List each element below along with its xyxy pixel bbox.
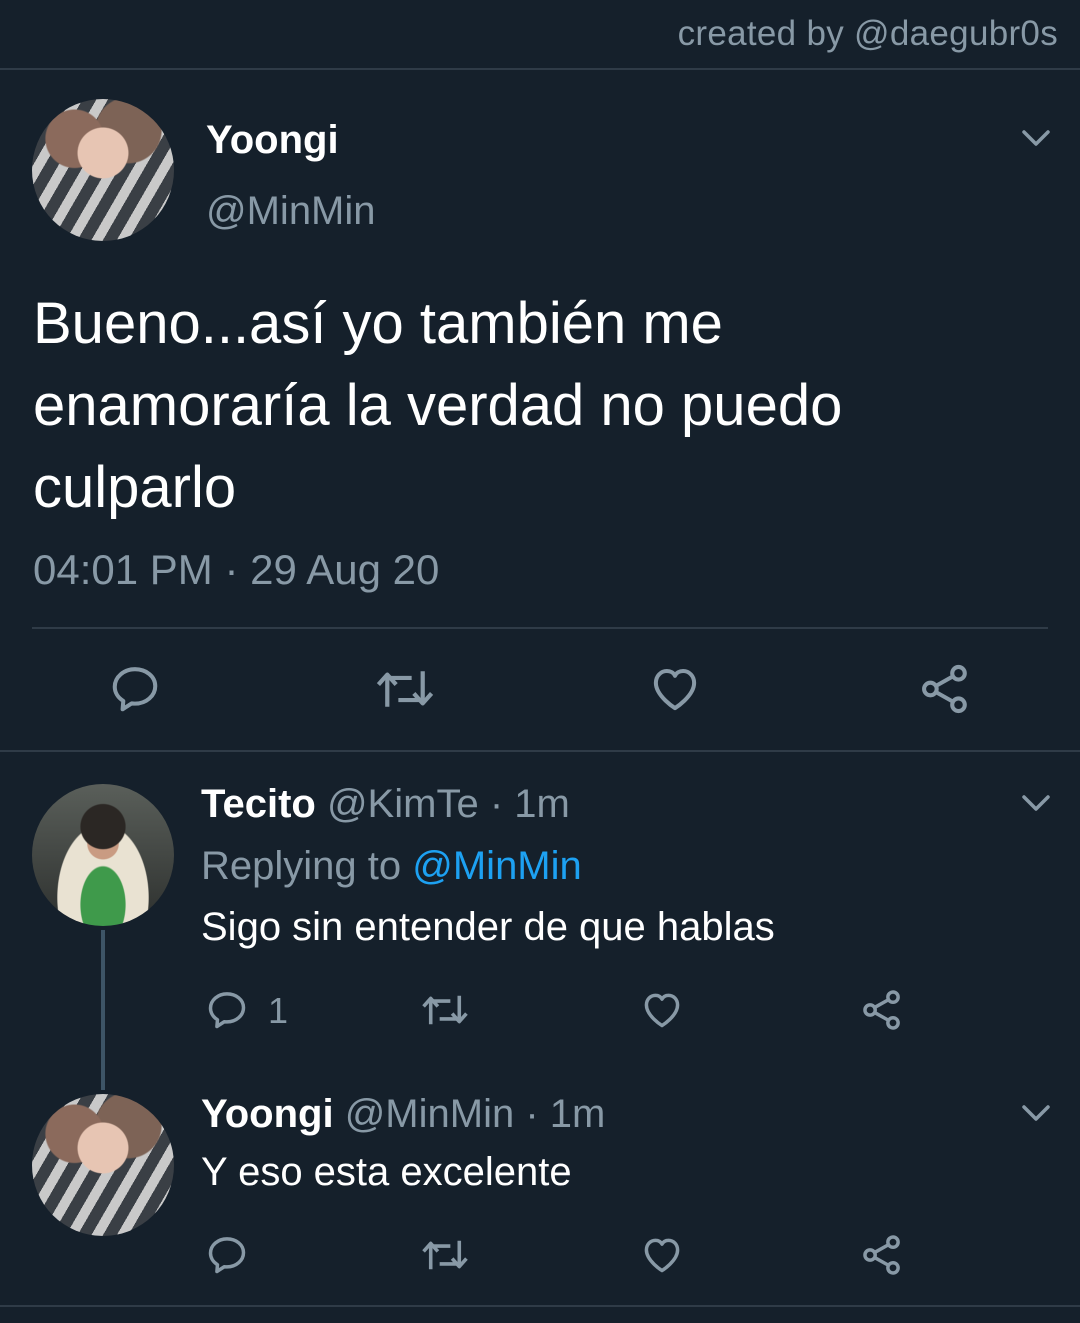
tweet-time: 04:01 PM (33, 546, 213, 593)
retweet-icon[interactable] (374, 662, 436, 716)
header-divider (0, 68, 1080, 70)
tweet-text: Bueno...así yo también me enamoraría la … (33, 283, 842, 529)
chevron-down-icon[interactable] (1021, 1103, 1051, 1123)
chevron-down-icon[interactable] (1021, 128, 1051, 148)
retweet-icon[interactable] (420, 988, 470, 1032)
retweet-icon[interactable] (420, 1233, 470, 1277)
tweet-text-line: enamoraría la verdad no puedo (33, 373, 843, 438)
credit-text: created by @daegubr0s (677, 14, 1058, 53)
reply-count: 1 (268, 990, 289, 1031)
section-divider (0, 750, 1080, 752)
separator-dot: · (489, 782, 504, 826)
separator-dot: · (525, 1092, 539, 1136)
reply-header: Yoongi @MinMin · 1m (201, 1092, 605, 1137)
share-icon[interactable] (860, 1233, 904, 1277)
tweet-text-line: culparlo (33, 455, 237, 520)
like-icon[interactable] (640, 1233, 684, 1277)
author-name[interactable]: Yoongi (201, 1092, 334, 1136)
like-icon[interactable] (640, 988, 684, 1032)
like-icon[interactable] (648, 662, 702, 716)
avatar[interactable] (32, 784, 174, 926)
timestamp: 04:01 PM · 29 Aug 20 (33, 546, 439, 594)
replying-to-handle[interactable]: @MinMin (412, 844, 582, 888)
replying-to-label: Replying to (201, 844, 402, 888)
replying-to: Replying to @MinMin (201, 844, 582, 889)
reply-time: 1m (549, 1092, 606, 1136)
reply-icon[interactable] (205, 988, 249, 1032)
author-name[interactable]: Tecito (201, 782, 316, 826)
tweet-date: 29 Aug 20 (250, 546, 440, 593)
share-icon[interactable] (918, 662, 972, 716)
author-handle[interactable]: @MinMin (345, 1092, 515, 1136)
separator-dot: · (224, 546, 239, 593)
bottom-divider (0, 1305, 1080, 1307)
chevron-down-icon[interactable] (1021, 793, 1051, 813)
tweet-text-line: Bueno...así yo también me (33, 291, 723, 356)
avatar[interactable] (32, 99, 174, 241)
reply-icon[interactable] (108, 662, 162, 716)
action-divider (32, 627, 1048, 629)
share-icon[interactable] (860, 988, 904, 1032)
author-handle[interactable]: @KimTe (327, 782, 479, 826)
reply-text: Sigo sin entender de que hablas (201, 905, 775, 949)
reply-icon[interactable] (205, 1233, 249, 1277)
thread-line (101, 930, 105, 1090)
reply-text: Y eso esta excelente (201, 1150, 572, 1194)
avatar[interactable] (32, 1094, 174, 1236)
author-handle[interactable]: @MinMin (206, 189, 376, 234)
author-name[interactable]: Yoongi (206, 118, 339, 163)
reply-time: 1m (514, 782, 570, 826)
reply-header: Tecito @KimTe · 1m (201, 782, 570, 827)
